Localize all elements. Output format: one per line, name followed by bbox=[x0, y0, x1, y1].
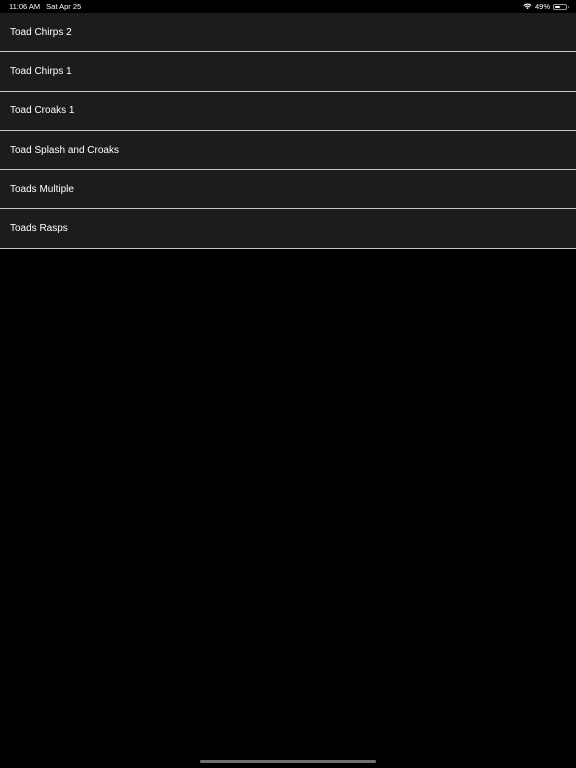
status-time: 11:06 AM bbox=[9, 2, 41, 11]
home-indicator[interactable] bbox=[200, 760, 376, 763]
battery-fill bbox=[555, 5, 560, 8]
status-right: 49% bbox=[523, 2, 569, 11]
list-item-label: Toad Chirps 1 bbox=[10, 65, 72, 77]
battery-icon bbox=[553, 3, 569, 10]
screen: 11:06 AM Sat Apr 25 49% Toad Chirps 2 To… bbox=[0, 0, 576, 768]
list-item[interactable]: Toad Splash and Croaks bbox=[0, 130, 576, 171]
status-bar: 11:06 AM Sat Apr 25 49% bbox=[0, 0, 576, 13]
list-item-label: Toad Croaks 1 bbox=[10, 105, 75, 117]
wifi-icon bbox=[523, 3, 532, 10]
status-left: 11:06 AM Sat Apr 25 bbox=[9, 2, 81, 11]
list-item[interactable]: Toad Chirps 2 bbox=[0, 13, 576, 53]
list-item[interactable]: Toad Chirps 1 bbox=[0, 52, 576, 92]
list-item-label: Toads Rasps bbox=[10, 223, 68, 235]
battery-percent: 49% bbox=[534, 2, 550, 11]
list-item[interactable]: Toads Rasps bbox=[0, 209, 576, 249]
list-item-label: Toad Chirps 2 bbox=[10, 26, 72, 38]
list-item[interactable]: Toads Multiple bbox=[0, 170, 576, 210]
list-item[interactable]: Toad Croaks 1 bbox=[0, 91, 576, 131]
battery-cap bbox=[567, 5, 569, 8]
status-date: Sat Apr 25 bbox=[46, 2, 82, 11]
list-item-label: Toads Multiple bbox=[10, 183, 74, 195]
sound-list: Toad Chirps 2 Toad Chirps 1 Toad Croaks … bbox=[0, 13, 576, 249]
list-item-label: Toad Splash and Croaks bbox=[10, 144, 119, 156]
